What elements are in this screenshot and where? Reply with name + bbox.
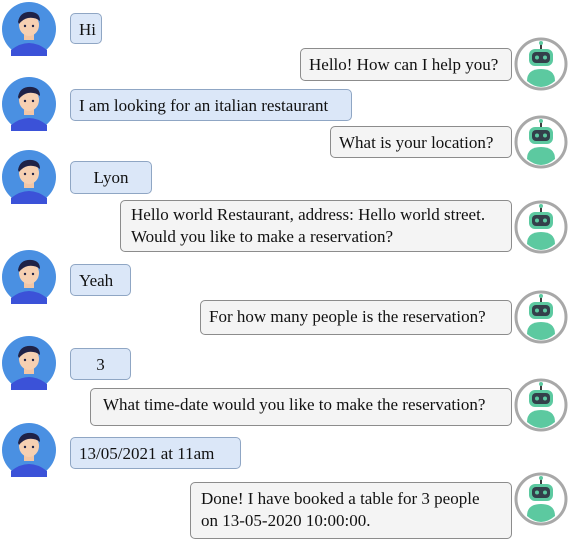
user-avatar-icon xyxy=(2,150,56,204)
bot-message-bubble: What is your location? xyxy=(330,126,512,158)
message-text: For how many people is the reservation? xyxy=(209,307,486,326)
robot-avatar-icon xyxy=(514,378,568,432)
bot-message-bubble: What time-date would you like to make th… xyxy=(90,388,512,426)
bot-message-bubble: For how many people is the reservation? xyxy=(200,300,512,335)
robot-avatar-icon xyxy=(514,290,568,344)
robot-avatar-icon xyxy=(514,37,568,91)
message-text: What time-date would you like to make th… xyxy=(103,395,486,414)
robot-avatar-icon xyxy=(514,200,568,254)
message-text-line: Done! I have booked a table for 3 people xyxy=(201,489,480,508)
message-text: What is your location? xyxy=(339,133,494,152)
robot-avatar-icon xyxy=(514,115,568,169)
message-text-line: on 13-05-2020 10:00:00. xyxy=(201,511,371,530)
message-text: Lyon xyxy=(93,168,129,187)
user-message-bubble: 3 xyxy=(70,348,131,380)
bot-message-bubble: Hello! How can I help you? xyxy=(300,48,512,81)
user-message-bubble: I am looking for an italian restaurant xyxy=(70,89,352,121)
user-message-bubble: Yeah xyxy=(70,264,131,296)
user-message-bubble: Hi xyxy=(70,13,102,44)
message-text-line: Would you like to make a reservation? xyxy=(131,227,394,246)
user-avatar-icon xyxy=(2,336,56,390)
user-message-bubble: 13/05/2021 at 11am xyxy=(70,437,241,469)
bot-message-bubble: Hello world Restaurant, address: Hello w… xyxy=(120,200,512,252)
message-text: 13/05/2021 at 11am xyxy=(79,444,215,463)
message-text: Hello! How can I help you? xyxy=(309,55,499,74)
user-avatar-icon xyxy=(2,2,56,56)
bot-message-bubble: Done! I have booked a table for 3 people… xyxy=(190,482,512,539)
user-avatar-icon xyxy=(2,77,56,131)
message-text: 3 xyxy=(96,355,105,374)
message-text: I am looking for an italian restaurant xyxy=(79,96,329,115)
user-message-bubble: Lyon xyxy=(70,161,152,194)
message-text-line: Hello world Restaurant, address: Hello w… xyxy=(131,205,486,224)
user-avatar-icon xyxy=(2,250,56,304)
robot-avatar-icon xyxy=(514,472,568,526)
user-avatar-icon xyxy=(2,423,56,477)
message-text: Yeah xyxy=(79,271,114,290)
message-text: Hi xyxy=(79,20,96,39)
